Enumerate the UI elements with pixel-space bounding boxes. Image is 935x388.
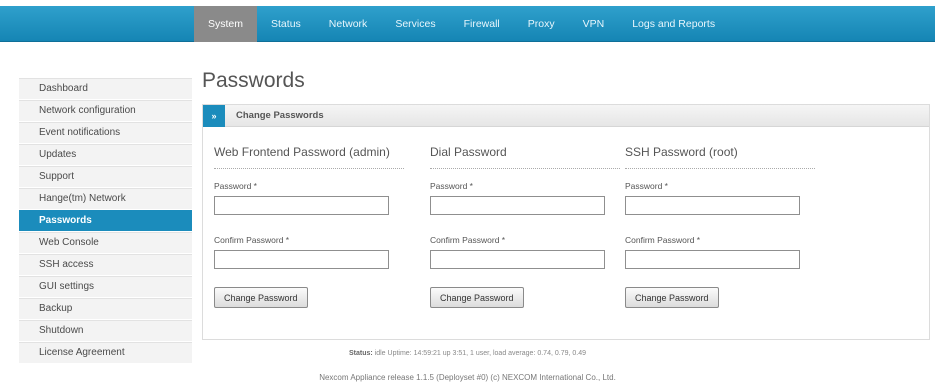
ssh-password-section: SSH Password (root) Password * Confirm P… xyxy=(625,145,815,308)
status-text: idle Uptime: 14:59:21 up 3:51, 1 user, l… xyxy=(374,350,586,357)
sidebar-item-web-console[interactable]: Web Console xyxy=(19,232,192,254)
ssh-password-input[interactable] xyxy=(625,196,800,215)
tab-services[interactable]: Services xyxy=(381,6,449,42)
status-line: Status: idle Uptime: 14:59:21 up 3:51, 1… xyxy=(0,350,935,357)
confirm-password-label: Confirm Password * xyxy=(625,235,701,245)
sidebar-item-hange-network[interactable]: Hange(tm) Network xyxy=(19,188,192,210)
admin-confirm-password-input[interactable] xyxy=(214,250,389,269)
dial-password-input[interactable] xyxy=(430,196,605,215)
collapse-icon[interactable]: » xyxy=(203,104,225,127)
page-title: Passwords xyxy=(202,69,305,92)
sidebar-item-gui-settings[interactable]: GUI settings xyxy=(19,276,192,298)
change-ssh-password-button[interactable]: Change Password xyxy=(625,287,719,308)
password-label: Password * xyxy=(625,181,668,191)
dial-confirm-password-input[interactable] xyxy=(430,250,605,269)
admin-password-input[interactable] xyxy=(214,196,389,215)
ssh-confirm-password-input[interactable] xyxy=(625,250,800,269)
status-label: Status: xyxy=(348,350,373,357)
tab-status[interactable]: Status xyxy=(257,6,315,42)
tab-logs-and-reports[interactable]: Logs and Reports xyxy=(618,6,729,42)
password-label: Password * xyxy=(214,181,257,191)
main-tabs: System Status Network Services Firewall … xyxy=(194,6,729,42)
tab-network[interactable]: Network xyxy=(315,6,382,42)
tab-system[interactable]: System xyxy=(194,6,258,42)
section-heading: SSH Password (root) xyxy=(625,145,815,169)
confirm-password-label: Confirm Password * xyxy=(430,235,506,245)
panel-title: Change Passwords xyxy=(236,110,324,121)
sidebar-item-ssh-access[interactable]: SSH access xyxy=(19,254,192,276)
sidebar-item-network-configuration[interactable]: Network configuration xyxy=(19,100,192,122)
sidebar-item-shutdown[interactable]: Shutdown xyxy=(19,320,192,342)
sidebar-item-updates[interactable]: Updates xyxy=(19,144,192,166)
sidebar-item-dashboard[interactable]: Dashboard xyxy=(19,78,192,100)
section-heading: Web Frontend Password (admin) xyxy=(214,145,404,169)
sidebar-item-backup[interactable]: Backup xyxy=(19,298,192,320)
confirm-password-label: Confirm Password * xyxy=(214,235,290,245)
panel-header: » Change Passwords xyxy=(203,104,929,127)
section-heading: Dial Password xyxy=(430,145,620,169)
sidebar: Dashboard Network configuration Event no… xyxy=(19,78,192,364)
sidebar-item-passwords[interactable]: Passwords xyxy=(19,210,192,232)
password-label: Password * xyxy=(430,181,473,191)
change-dial-password-button[interactable]: Change Password xyxy=(430,287,524,308)
change-passwords-panel: » Change Passwords Web Frontend Password… xyxy=(202,104,930,340)
tab-vpn[interactable]: VPN xyxy=(569,6,619,42)
top-navigation-bar: System Status Network Services Firewall … xyxy=(0,6,935,42)
sidebar-item-support[interactable]: Support xyxy=(19,166,192,188)
web-frontend-password-section: Web Frontend Password (admin) Password *… xyxy=(214,145,404,308)
tab-firewall[interactable]: Firewall xyxy=(450,6,514,42)
sidebar-item-event-notifications[interactable]: Event notifications xyxy=(19,122,192,144)
tab-proxy[interactable]: Proxy xyxy=(514,6,569,42)
footer-copyright: Nexcom Appliance release 1.1.5 (Deployse… xyxy=(319,373,616,382)
change-admin-password-button[interactable]: Change Password xyxy=(214,287,308,308)
dial-password-section: Dial Password Password * Confirm Passwor… xyxy=(430,145,620,308)
